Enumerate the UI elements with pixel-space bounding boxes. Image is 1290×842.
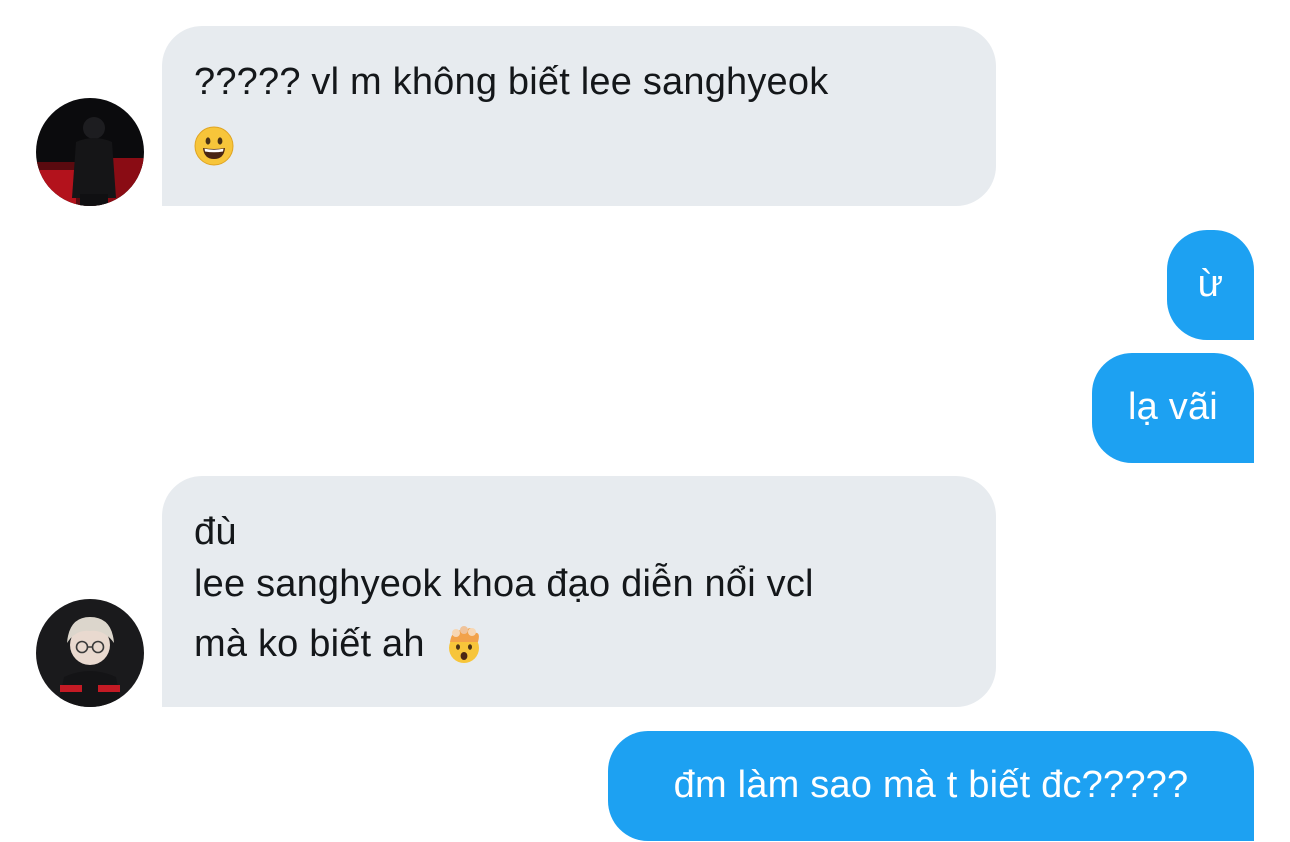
dm-conversation: ????? vl m không biết lee sanghyeok ừ lạ… [0, 0, 1290, 842]
message-text: lee sanghyeok khoa đạo diễn nổi vcl [194, 563, 814, 605]
message-text: lạ vãi [1128, 386, 1218, 428]
message-bubble-outgoing[interactable]: lạ vãi [1092, 353, 1254, 463]
message-text: ????? vl m không biết lee sanghyeok [194, 61, 829, 103]
grinning-face-emoji [194, 126, 234, 166]
message-bubble-outgoing[interactable]: ừ [1167, 230, 1254, 340]
message-text: mà ko biết ah [194, 623, 425, 665]
message-text: ừ [1197, 263, 1224, 305]
sender-avatar[interactable] [36, 599, 144, 707]
message-text: đm làm sao mà t biết đc????? [673, 764, 1189, 806]
message-bubble-outgoing[interactable]: đm làm sao mà t biết đc????? [608, 731, 1254, 841]
message-bubble-incoming[interactable]: đù lee sanghyeok khoa đạo diễn nổi vcl m… [162, 476, 996, 707]
sender-avatar[interactable] [36, 98, 144, 206]
message-bubble-incoming[interactable]: ????? vl m không biết lee sanghyeok [162, 26, 996, 206]
exploding-head-emoji [444, 624, 484, 664]
message-text: đù [194, 511, 237, 553]
